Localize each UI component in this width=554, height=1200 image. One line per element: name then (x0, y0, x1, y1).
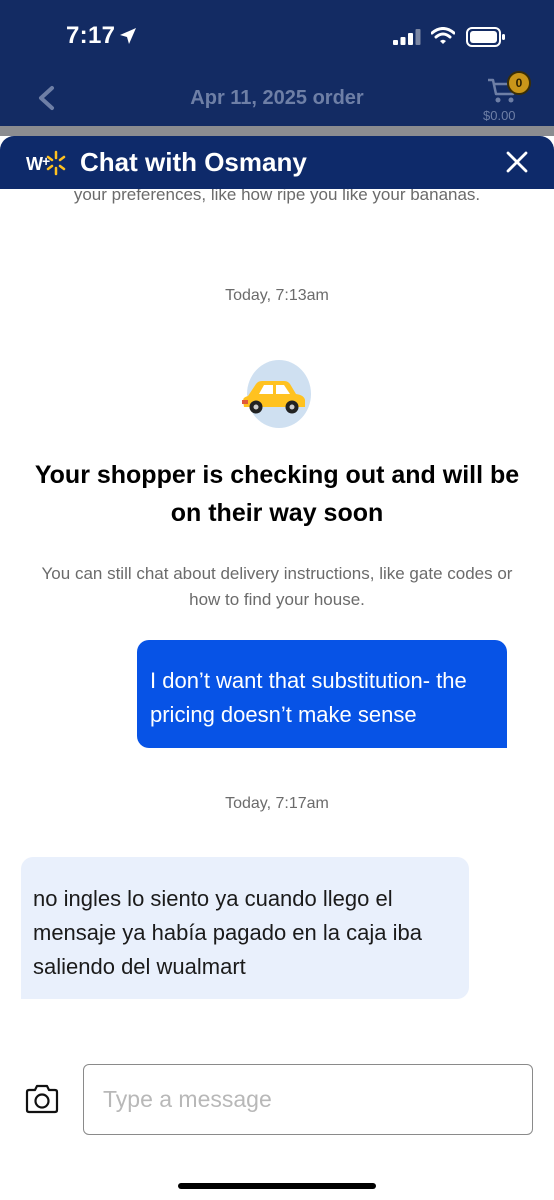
home-indicator (178, 1183, 376, 1189)
svg-text:W: W (26, 154, 43, 174)
status-bar: 7:17 (0, 0, 554, 70)
order-header: Apr 11, 2025 order (0, 70, 554, 126)
timestamp: Today, 7:13am (225, 287, 329, 304)
timestamp: Today, 7:17am (225, 795, 329, 812)
chat-title: Chat with Osmany (80, 147, 307, 177)
sheet-backdrop (0, 126, 554, 136)
cart-total: $0.00 (483, 108, 516, 123)
order-title: Apr 11, 2025 order (190, 87, 364, 109)
status-heading: Your shopper is checking out and will be… (34, 461, 520, 527)
battery-icon (466, 27, 505, 47)
outgoing-message: I don’t want that substitution- the pric… (137, 640, 507, 748)
close-icon[interactable] (505, 150, 529, 174)
svg-text:+: + (42, 153, 50, 169)
incoming-message: no ingles lo siento ya cuando llego el m… (21, 857, 469, 999)
chat-header: W + Chat with Osmany (0, 136, 554, 189)
car-icon (242, 381, 305, 414)
camera-icon[interactable] (24, 1083, 60, 1115)
message-input[interactable] (83, 1064, 533, 1135)
cart-count-badge: 0 (507, 71, 531, 95)
status-subtext: You can still chat about delivery instru… (41, 564, 513, 609)
signal-icon (393, 29, 421, 45)
status-time: 7:17 (66, 22, 116, 49)
location-arrow-icon (120, 28, 136, 44)
wifi-icon (431, 27, 455, 44)
walmart-plus-icon: W + (26, 150, 66, 176)
